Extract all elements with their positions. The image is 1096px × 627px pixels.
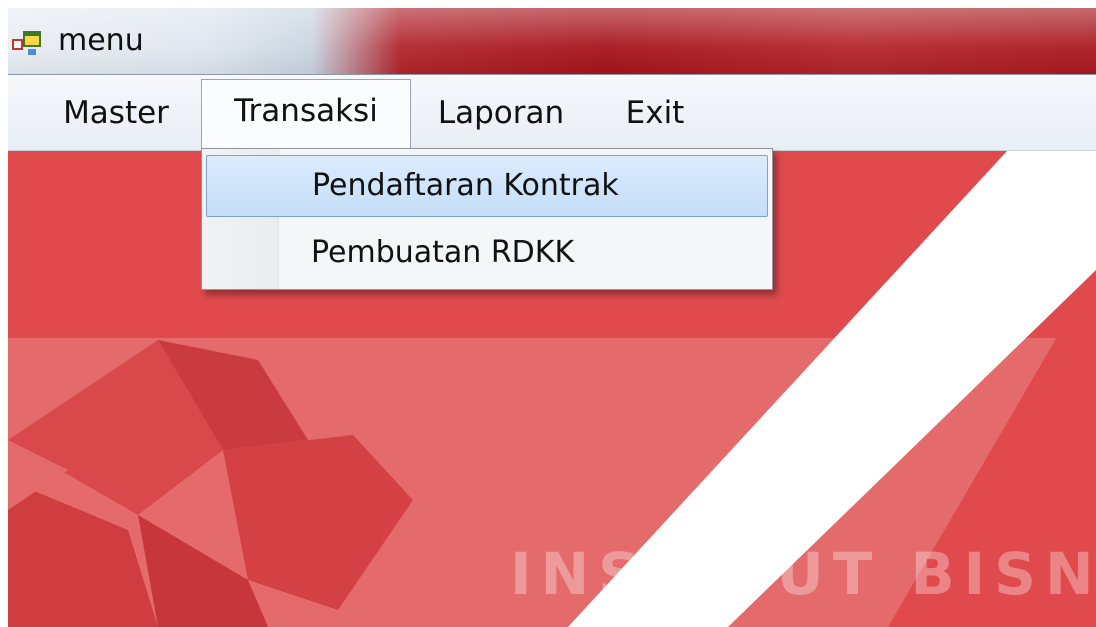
watermark-text: INSTITUT BISNIS (510, 540, 1096, 608)
menu-item-pendaftaran-kontrak[interactable]: Pendaftaran Kontrak (206, 155, 768, 217)
menu-laporan[interactable]: Laporan (426, 81, 576, 145)
menu-bar: Master Transaksi Laporan Exit (8, 75, 1096, 151)
app-window: INSTITUT BISNIS menu Master Transaksi La… (8, 8, 1096, 627)
menu-master[interactable]: Master (46, 81, 186, 145)
menu-item-pembuatan-rdkk[interactable]: Pembuatan RDKK (206, 223, 768, 285)
menu-transaksi[interactable]: Transaksi (201, 79, 411, 149)
menu-exit[interactable]: Exit (610, 81, 700, 145)
app-form-icon (12, 31, 41, 55)
transaksi-dropdown-menu: Pendaftaran Kontrak Pembuatan RDKK (201, 148, 773, 290)
window-title: menu (58, 23, 144, 58)
title-bar[interactable]: menu (8, 8, 1096, 75)
